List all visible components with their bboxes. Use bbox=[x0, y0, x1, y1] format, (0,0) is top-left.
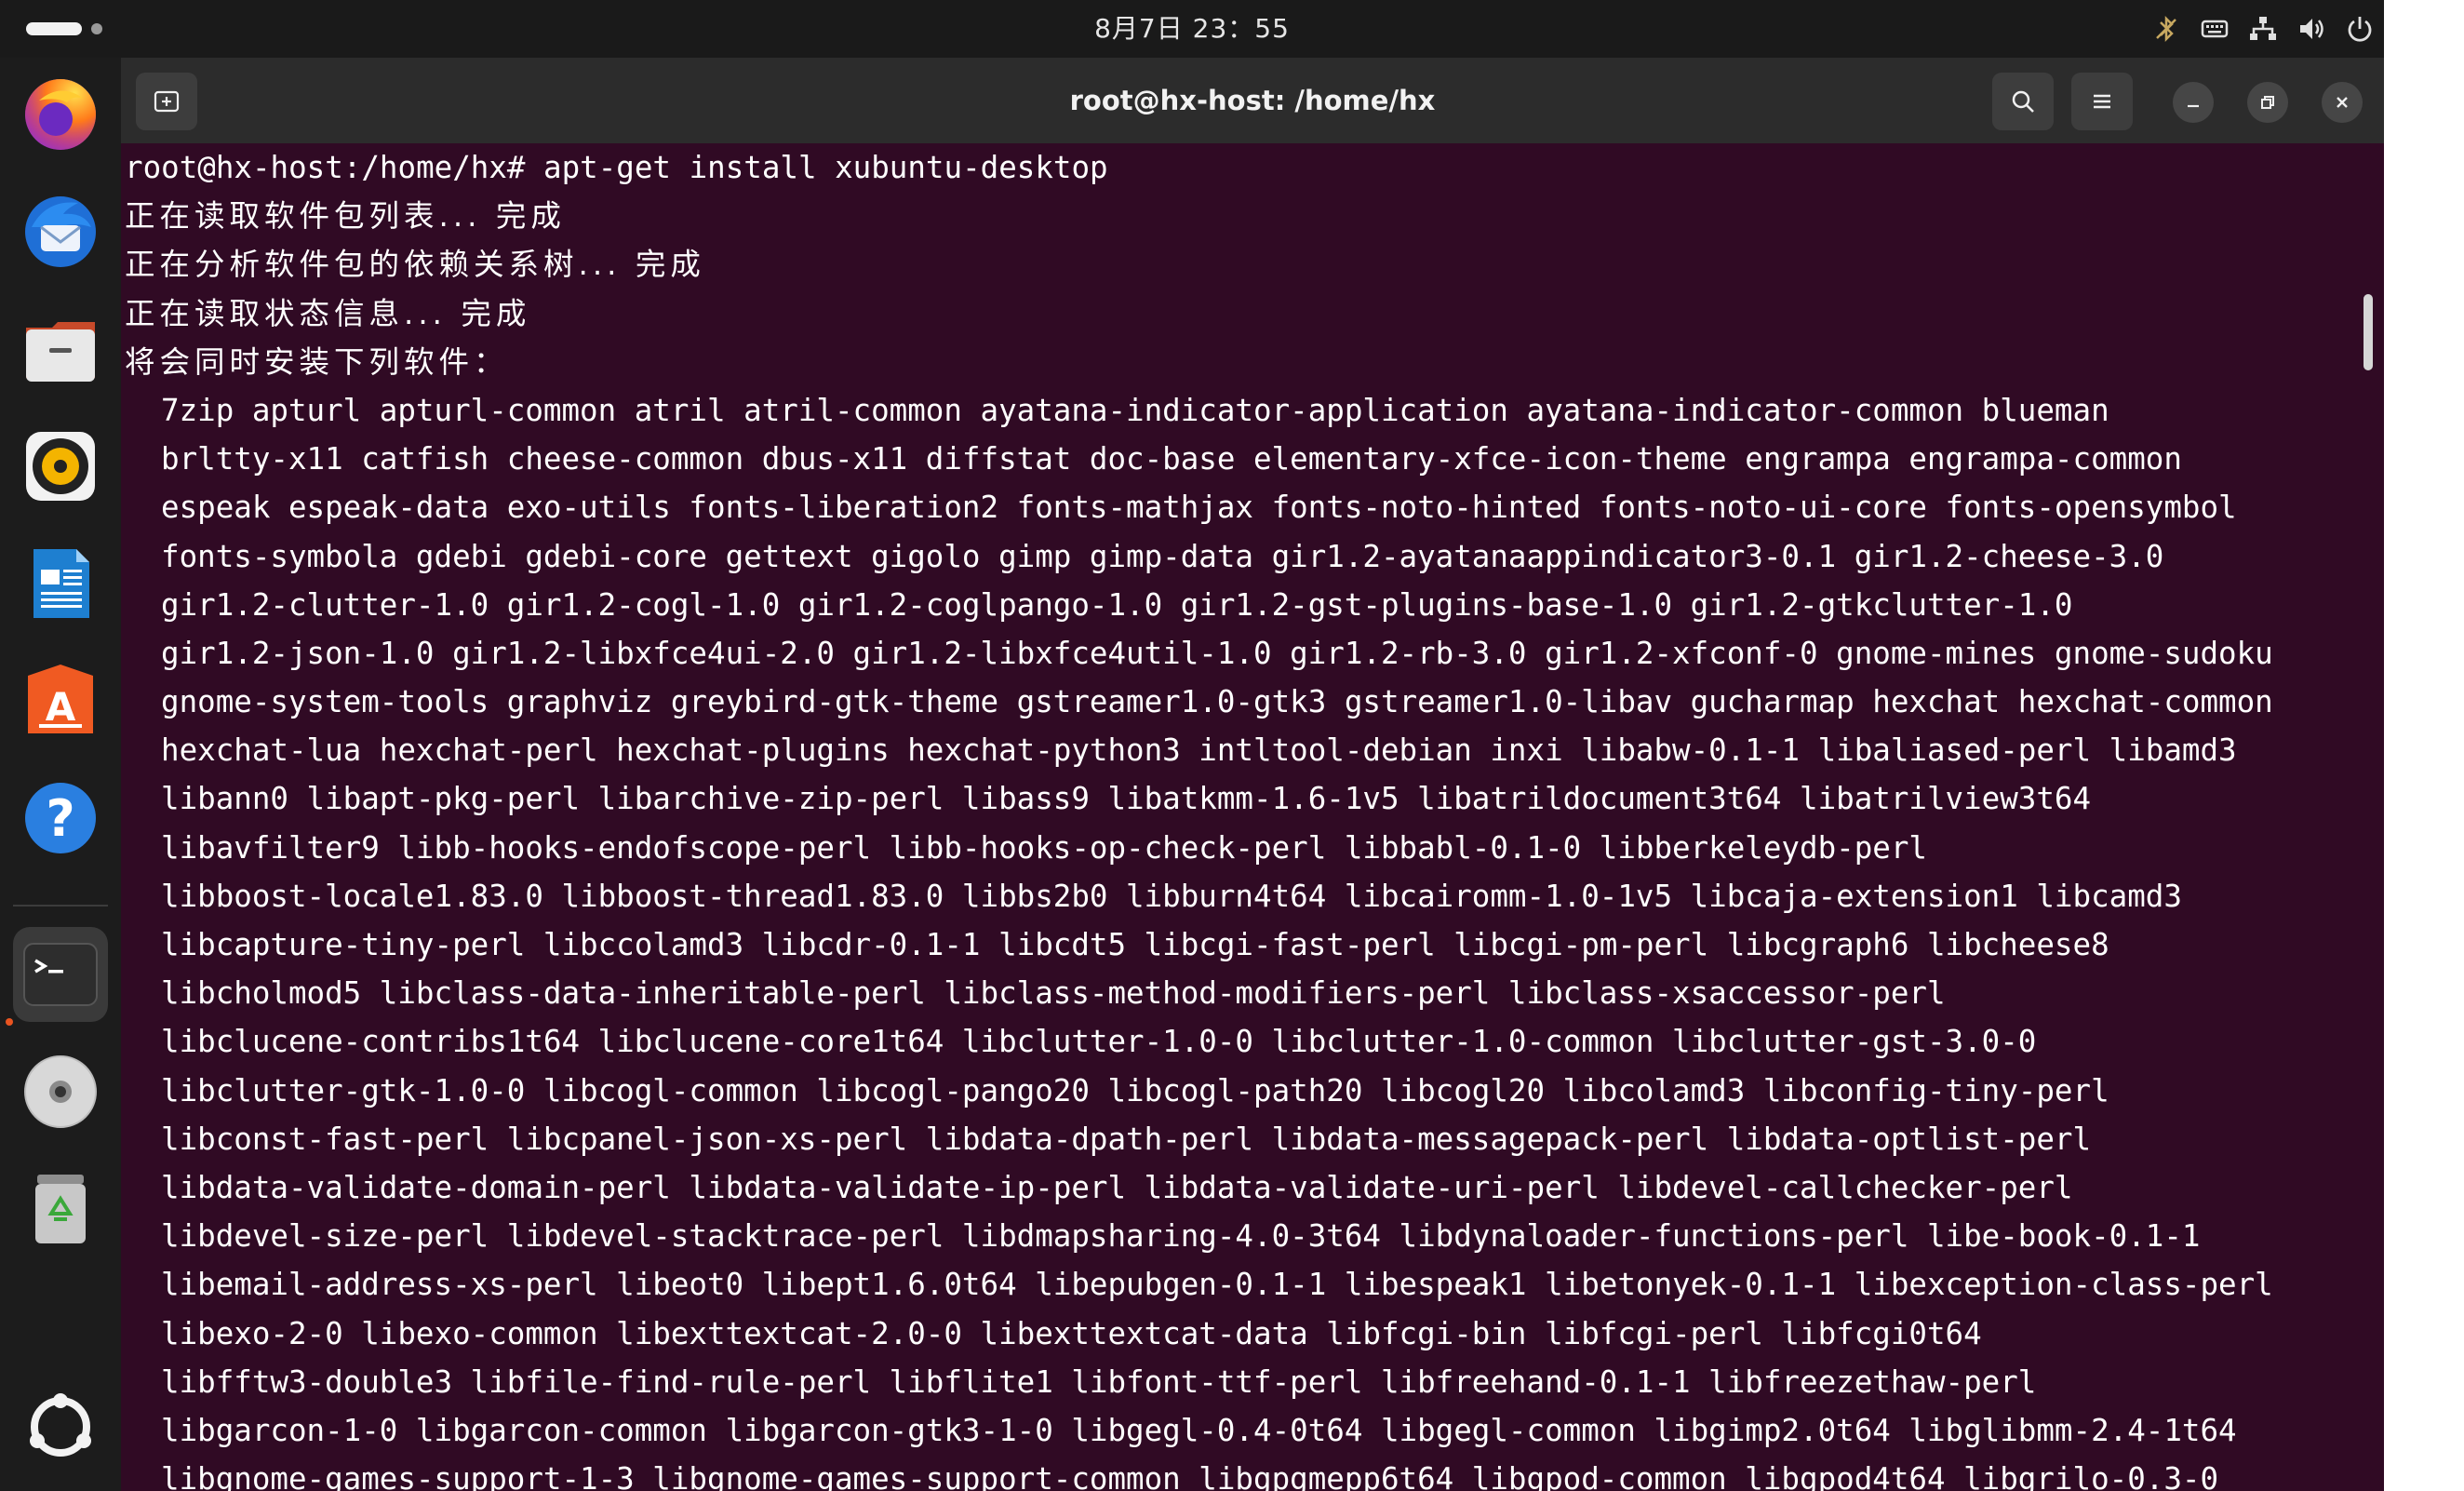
thunderbird-icon[interactable] bbox=[13, 184, 108, 279]
no-bluetooth-icon[interactable] bbox=[2142, 0, 2190, 58]
terminal-output[interactable]: root@hx-host:/home/hx# apt-get install x… bbox=[125, 143, 2358, 1491]
new-tab-button[interactable] bbox=[136, 73, 197, 130]
volume-icon[interactable] bbox=[2287, 0, 2336, 58]
package-line: libavfilter9 libb-hooks-endofscope-perl … bbox=[161, 829, 1927, 866]
menu-icon bbox=[2094, 94, 2110, 109]
package-line: libboost-locale1.83.0 libboost-thread1.8… bbox=[161, 878, 2182, 914]
scrollbar-thumb[interactable] bbox=[2364, 294, 2373, 370]
status-line: 正在读取软件包列表... 完成 bbox=[125, 198, 566, 235]
app-center-icon[interactable]: A bbox=[13, 653, 108, 748]
package-line: libcapture-tiny-perl libccolamd3 libcdr-… bbox=[161, 927, 2109, 962]
package-line: libcholmod5 libclass-data-inheritable-pe… bbox=[161, 975, 1946, 1012]
package-line: libdevel-size-perl libdevel-stacktrace-p… bbox=[161, 1218, 2201, 1255]
close-icon bbox=[2337, 97, 2348, 108]
package-line: libgnome-games-support-1-3 libgnome-game… bbox=[161, 1461, 2219, 1491]
svg-text:A: A bbox=[46, 684, 76, 730]
search-icon bbox=[2012, 90, 2034, 113]
show-apps-icon[interactable] bbox=[13, 1379, 108, 1474]
svg-text:?: ? bbox=[46, 789, 74, 848]
network-icon[interactable] bbox=[2239, 0, 2287, 58]
terminal-icon[interactable] bbox=[13, 927, 108, 1022]
prompt-line: root@hx-host:/home/hx# apt-get install x… bbox=[125, 150, 1108, 185]
package-line: libann0 libapt-pkg-perl libarchive-zip-p… bbox=[161, 781, 2092, 817]
top-bar: 8月7日 23：55 bbox=[0, 0, 2384, 58]
package-line: libfftw3-double3 libfile-find-rule-perl … bbox=[161, 1363, 2037, 1400]
clock[interactable]: 8月7日 23：55 bbox=[0, 0, 2384, 58]
minimize-icon bbox=[2188, 104, 2199, 108]
package-line: libclucene-contribs1t64 libclucene-core1… bbox=[161, 1024, 2037, 1060]
disc-icon[interactable] bbox=[13, 1044, 108, 1139]
running-indicator bbox=[6, 1018, 13, 1026]
files-icon[interactable] bbox=[13, 302, 108, 396]
package-line: 7zip apturl apturl-common atril atril-co… bbox=[161, 392, 2109, 428]
close-button[interactable] bbox=[2322, 82, 2363, 123]
terminal-window[interactable]: root@hx-host: /home/hx root@hx-host:/hom… bbox=[121, 58, 2384, 1491]
keyboard-icon[interactable] bbox=[2190, 0, 2239, 58]
power-icon[interactable] bbox=[2336, 0, 2384, 58]
package-line: libexo-2-0 libexo-common libexttextcat-2… bbox=[161, 1315, 1982, 1351]
package-line: brltty-x11 catfish cheese-common dbus-x1… bbox=[161, 441, 2182, 477]
status-line: 正在读取状态信息... 完成 bbox=[125, 295, 531, 331]
package-line: espeak espeak-data exo-utils fonts-liber… bbox=[161, 490, 2237, 526]
package-line: libconst-fast-perl libcpanel-json-xs-per… bbox=[161, 1121, 2092, 1157]
new-tab-icon bbox=[154, 90, 180, 113]
package-line: gir1.2-clutter-1.0 gir1.2-cogl-1.0 gir1.… bbox=[161, 586, 2073, 623]
firefox-icon[interactable] bbox=[13, 67, 108, 162]
search-button[interactable] bbox=[1992, 73, 2054, 130]
libreoffice-writer-icon[interactable] bbox=[13, 536, 108, 631]
help-icon[interactable]: ? bbox=[13, 771, 108, 866]
trash-icon[interactable] bbox=[13, 1162, 108, 1256]
package-line: gir1.2-json-1.0 gir1.2-libxfce4ui-2.0 gi… bbox=[161, 635, 2273, 671]
package-line: fonts-symbola gdebi gdebi-core gettext g… bbox=[161, 538, 2164, 574]
restore-icon bbox=[2261, 96, 2274, 109]
restore-button[interactable] bbox=[2247, 82, 2288, 123]
system-tray[interactable] bbox=[2142, 0, 2384, 58]
package-line: gnome-system-tools graphviz greybird-gtk… bbox=[161, 684, 2273, 720]
package-line: libdata-validate-domain-perl libdata-val… bbox=[161, 1169, 2073, 1205]
dock-separator bbox=[13, 905, 108, 907]
status-line: 将会同时安装下列软件： bbox=[125, 343, 509, 380]
desktop-edge bbox=[2384, 0, 2464, 1491]
window-header[interactable]: root@hx-host: /home/hx bbox=[121, 58, 2384, 143]
status-line: 正在分析软件包的依赖关系树... 完成 bbox=[125, 247, 705, 283]
package-line: libclutter-gtk-1.0-0 libcogl-common libc… bbox=[161, 1072, 2109, 1108]
menu-button[interactable] bbox=[2071, 73, 2133, 130]
minimize-button[interactable] bbox=[2173, 82, 2214, 123]
dock: A ? bbox=[0, 58, 121, 1491]
package-line: libemail-address-xs-perl libeot0 libept1… bbox=[161, 1267, 2273, 1303]
package-line: hexchat-lua hexchat-perl hexchat-plugins… bbox=[161, 732, 2237, 769]
rhythmbox-icon[interactable] bbox=[13, 419, 108, 514]
package-line: libgarcon-1-0 libgarcon-common libgarcon… bbox=[161, 1412, 2237, 1448]
